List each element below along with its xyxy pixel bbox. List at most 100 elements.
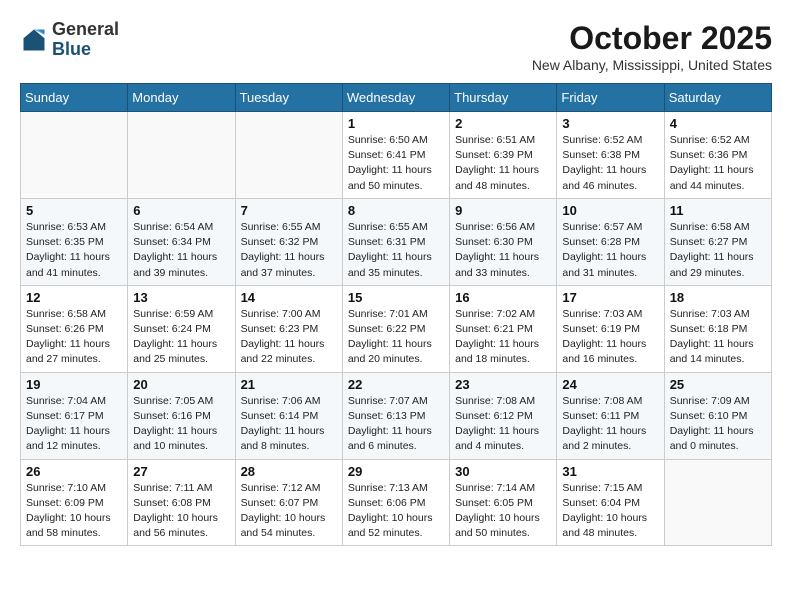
day-info: Sunrise: 6:59 AM Sunset: 6:24 PM Dayligh… <box>133 307 229 368</box>
day-info: Sunrise: 7:09 AM Sunset: 6:10 PM Dayligh… <box>670 394 766 455</box>
day-number: 2 <box>455 116 551 131</box>
weekday-header: Saturday <box>664 84 771 112</box>
day-number: 18 <box>670 290 766 305</box>
day-number: 11 <box>670 203 766 218</box>
calendar-cell: 1Sunrise: 6:50 AM Sunset: 6:41 PM Daylig… <box>342 112 449 199</box>
day-info: Sunrise: 7:11 AM Sunset: 6:08 PM Dayligh… <box>133 481 229 542</box>
day-number: 28 <box>241 464 337 479</box>
day-info: Sunrise: 6:57 AM Sunset: 6:28 PM Dayligh… <box>562 220 658 281</box>
day-info: Sunrise: 6:55 AM Sunset: 6:32 PM Dayligh… <box>241 220 337 281</box>
day-number: 16 <box>455 290 551 305</box>
day-number: 22 <box>348 377 444 392</box>
calendar-week-row: 19 Sunrise: 7:04 AM Sunset: 6:17 PM Dayli… <box>21 372 772 459</box>
day-info: Sunrise: 7:08 AM Sunset: 6:11 PM Dayligh… <box>562 394 658 455</box>
calendar-cell: 18 Sunrise: 7:03 AM Sunset: 6:18 PM Dayli… <box>664 285 771 372</box>
weekday-header: Friday <box>557 84 664 112</box>
day-number: 21 <box>241 377 337 392</box>
weekday-header: Sunday <box>21 84 128 112</box>
calendar-cell: 16 Sunrise: 7:02 AM Sunset: 6:21 PM Dayli… <box>450 285 557 372</box>
calendar-cell: 17 Sunrise: 7:03 AM Sunset: 6:19 PM Dayli… <box>557 285 664 372</box>
month-title: October 2025 <box>532 20 772 57</box>
logo-icon <box>20 26 48 54</box>
calendar-cell: 24Sunrise: 7:08 AM Sunset: 6:11 PM Dayli… <box>557 372 664 459</box>
calendar-week-row: 26 Sunrise: 7:10 AM Sunset: 6:09 PM Dayli… <box>21 459 772 546</box>
calendar-cell: 27Sunrise: 7:11 AM Sunset: 6:08 PM Dayli… <box>128 459 235 546</box>
weekday-header-row: SundayMondayTuesdayWednesdayThursdayFrid… <box>21 84 772 112</box>
calendar-cell: 15Sunrise: 7:01 AM Sunset: 6:22 PM Dayli… <box>342 285 449 372</box>
day-number: 6 <box>133 203 229 218</box>
calendar-cell: 31Sunrise: 7:15 AM Sunset: 6:04 PM Dayli… <box>557 459 664 546</box>
day-info: Sunrise: 6:52 AM Sunset: 6:36 PM Dayligh… <box>670 133 766 194</box>
calendar-cell: 21 Sunrise: 7:06 AM Sunset: 6:14 PM Dayli… <box>235 372 342 459</box>
calendar-cell: 4Sunrise: 6:52 AM Sunset: 6:36 PM Daylig… <box>664 112 771 199</box>
calendar-cell <box>664 459 771 546</box>
day-info: Sunrise: 6:58 AM Sunset: 6:26 PM Dayligh… <box>26 307 122 368</box>
calendar-cell: 30 Sunrise: 7:14 AM Sunset: 6:05 PM Dayli… <box>450 459 557 546</box>
calendar-cell: 19 Sunrise: 7:04 AM Sunset: 6:17 PM Dayli… <box>21 372 128 459</box>
day-number: 17 <box>562 290 658 305</box>
title-block: October 2025 New Albany, Mississippi, Un… <box>532 20 772 73</box>
day-number: 25 <box>670 377 766 392</box>
day-info: Sunrise: 7:03 AM Sunset: 6:18 PM Dayligh… <box>670 307 766 368</box>
calendar-cell <box>128 112 235 199</box>
calendar-cell: 20 Sunrise: 7:05 AM Sunset: 6:16 PM Dayli… <box>128 372 235 459</box>
day-number: 20 <box>133 377 229 392</box>
day-info: Sunrise: 7:08 AM Sunset: 6:12 PM Dayligh… <box>455 394 551 455</box>
day-info: Sunrise: 6:53 AM Sunset: 6:35 PM Dayligh… <box>26 220 122 281</box>
day-number: 12 <box>26 290 122 305</box>
day-number: 30 <box>455 464 551 479</box>
calendar-table: SundayMondayTuesdayWednesdayThursdayFrid… <box>20 83 772 546</box>
day-number: 8 <box>348 203 444 218</box>
calendar-cell: 14 Sunrise: 7:00 AM Sunset: 6:23 PM Dayli… <box>235 285 342 372</box>
day-info: Sunrise: 6:56 AM Sunset: 6:30 PM Dayligh… <box>455 220 551 281</box>
calendar-cell: 5Sunrise: 6:53 AM Sunset: 6:35 PM Daylig… <box>21 198 128 285</box>
day-info: Sunrise: 7:13 AM Sunset: 6:06 PM Dayligh… <box>348 481 444 542</box>
calendar-cell <box>21 112 128 199</box>
day-number: 9 <box>455 203 551 218</box>
calendar-cell: 26 Sunrise: 7:10 AM Sunset: 6:09 PM Dayli… <box>21 459 128 546</box>
calendar-cell: 29 Sunrise: 7:13 AM Sunset: 6:06 PM Dayli… <box>342 459 449 546</box>
day-info: Sunrise: 6:50 AM Sunset: 6:41 PM Dayligh… <box>348 133 444 194</box>
day-number: 7 <box>241 203 337 218</box>
day-info: Sunrise: 7:00 AM Sunset: 6:23 PM Dayligh… <box>241 307 337 368</box>
calendar-cell: 3 Sunrise: 6:52 AM Sunset: 6:38 PM Daylig… <box>557 112 664 199</box>
day-info: Sunrise: 7:10 AM Sunset: 6:09 PM Dayligh… <box>26 481 122 542</box>
day-number: 10 <box>562 203 658 218</box>
calendar-cell: 9 Sunrise: 6:56 AM Sunset: 6:30 PM Daylig… <box>450 198 557 285</box>
day-info: Sunrise: 6:54 AM Sunset: 6:34 PM Dayligh… <box>133 220 229 281</box>
day-number: 31 <box>562 464 658 479</box>
day-number: 3 <box>562 116 658 131</box>
day-number: 14 <box>241 290 337 305</box>
day-info: Sunrise: 7:14 AM Sunset: 6:05 PM Dayligh… <box>455 481 551 542</box>
weekday-header: Thursday <box>450 84 557 112</box>
calendar-cell: 11 Sunrise: 6:58 AM Sunset: 6:27 PM Dayli… <box>664 198 771 285</box>
logo-blue-text: Blue <box>52 39 91 59</box>
day-number: 29 <box>348 464 444 479</box>
calendar-cell: 8 Sunrise: 6:55 AM Sunset: 6:31 PM Daylig… <box>342 198 449 285</box>
day-info: Sunrise: 7:05 AM Sunset: 6:16 PM Dayligh… <box>133 394 229 455</box>
day-info: Sunrise: 7:12 AM Sunset: 6:07 PM Dayligh… <box>241 481 337 542</box>
day-number: 26 <box>26 464 122 479</box>
day-info: Sunrise: 7:04 AM Sunset: 6:17 PM Dayligh… <box>26 394 122 455</box>
day-info: Sunrise: 6:58 AM Sunset: 6:27 PM Dayligh… <box>670 220 766 281</box>
calendar-cell: 22 Sunrise: 7:07 AM Sunset: 6:13 PM Dayli… <box>342 372 449 459</box>
calendar-week-row: 12 Sunrise: 6:58 AM Sunset: 6:26 PM Dayli… <box>21 285 772 372</box>
day-info: Sunrise: 6:51 AM Sunset: 6:39 PM Dayligh… <box>455 133 551 194</box>
calendar-cell: 25 Sunrise: 7:09 AM Sunset: 6:10 PM Dayli… <box>664 372 771 459</box>
day-info: Sunrise: 7:03 AM Sunset: 6:19 PM Dayligh… <box>562 307 658 368</box>
day-number: 23 <box>455 377 551 392</box>
day-number: 19 <box>26 377 122 392</box>
day-info: Sunrise: 6:52 AM Sunset: 6:38 PM Dayligh… <box>562 133 658 194</box>
day-info: Sunrise: 7:06 AM Sunset: 6:14 PM Dayligh… <box>241 394 337 455</box>
calendar-cell: 23 Sunrise: 7:08 AM Sunset: 6:12 PM Dayli… <box>450 372 557 459</box>
day-number: 15 <box>348 290 444 305</box>
day-info: Sunrise: 7:07 AM Sunset: 6:13 PM Dayligh… <box>348 394 444 455</box>
day-info: Sunrise: 7:02 AM Sunset: 6:21 PM Dayligh… <box>455 307 551 368</box>
weekday-header: Wednesday <box>342 84 449 112</box>
day-info: Sunrise: 6:55 AM Sunset: 6:31 PM Dayligh… <box>348 220 444 281</box>
logo-general-text: General <box>52 19 119 39</box>
calendar-cell: 12 Sunrise: 6:58 AM Sunset: 6:26 PM Dayli… <box>21 285 128 372</box>
calendar-cell: 7 Sunrise: 6:55 AM Sunset: 6:32 PM Daylig… <box>235 198 342 285</box>
weekday-header: Tuesday <box>235 84 342 112</box>
weekday-header: Monday <box>128 84 235 112</box>
